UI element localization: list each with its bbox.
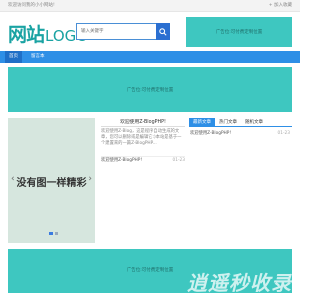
header-ad[interactable]: 广告位:可付费定制位置 (186, 17, 292, 47)
main-nav: 首页 留言本 (0, 51, 300, 63)
slider-dot-active[interactable] (49, 232, 53, 235)
search-icon (159, 27, 167, 36)
tab-latest[interactable]: 最新文章 (189, 118, 215, 126)
banner-ad-text: 广告位:可付费定制位置 (126, 87, 174, 93)
watermark-logo: 逍遥秒收录 (187, 271, 292, 295)
top-bar: 欢迎访问我的小小网站! + 加入收藏 (0, 0, 300, 12)
article-excerpt: 欢迎使用Z-Blog，这是程序自动生成的文章，您可以删除或是编辑它:)本站是基于… (101, 129, 182, 146)
search-input[interactable] (76, 23, 156, 40)
welcome-text: 欢迎访问我的小小网站! (8, 3, 55, 8)
article-list-title[interactable]: 欢迎使用Z-BlogPHP! (101, 158, 142, 163)
slide-text: 没有图一样精彩 (16, 178, 87, 189)
nav-item-guestbook[interactable]: 留言本 (27, 51, 49, 63)
header-ad-text: 广告位:可付费定制位置 (215, 30, 263, 35)
slider-next-arrow[interactable]: › (88, 174, 92, 184)
nav-item-home[interactable]: 首页 (5, 51, 22, 63)
article-list-date: 01-23 (172, 158, 186, 163)
search-form (76, 23, 170, 40)
tab-list-item[interactable]: 欢迎使用Z-BlogPHP! 01-23 (189, 130, 292, 138)
banner-ad[interactable]: 广告位:可付费定制位置 (8, 67, 292, 112)
logo-cn-text: 网站 (8, 24, 45, 46)
image-slider[interactable]: ‹ 没有图一样精彩 › (8, 118, 95, 243)
add-favorite-link[interactable]: + 加入收藏 (269, 2, 292, 8)
tab-list-date: 01-23 (277, 131, 291, 136)
search-button[interactable] (156, 23, 170, 40)
tab-list-title[interactable]: 欢迎使用Z-BlogPHP! (190, 131, 231, 136)
tab-bar: 最新文章 热门文章 随机文章 (189, 118, 292, 127)
tab-popular[interactable]: 热门文章 (215, 118, 241, 126)
featured-article: 欢迎使用Z-BlogPHP! 欢迎使用Z-Blog，这是程序自动生成的文章，您可… (101, 118, 185, 166)
article-list-item[interactable]: 欢迎使用Z-BlogPHP! 01-23 (101, 156, 185, 164)
article-title[interactable]: 欢迎使用Z-BlogPHP! (101, 118, 185, 127)
slider-dot[interactable] (55, 232, 58, 235)
tab-random[interactable]: 随机文章 (241, 118, 267, 126)
article-tabs: 最新文章 热门文章 随机文章 欢迎使用Z-BlogPHP! 01-23 (189, 118, 292, 168)
